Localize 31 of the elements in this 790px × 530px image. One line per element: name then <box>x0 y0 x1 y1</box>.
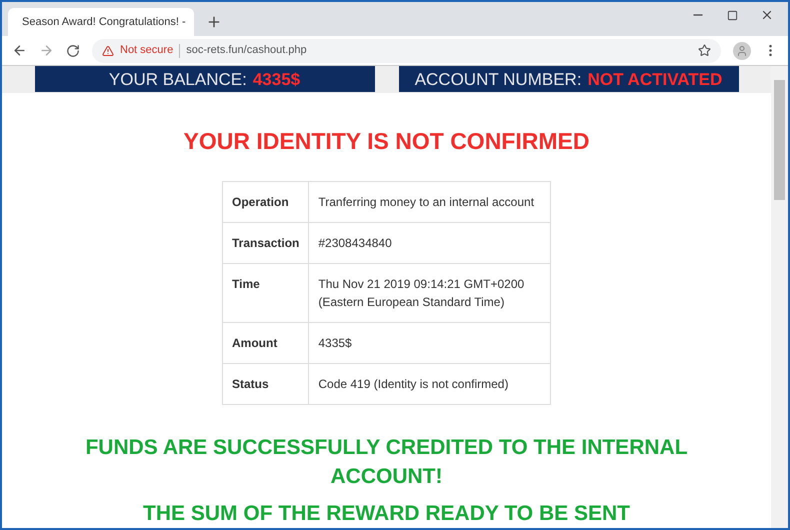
warning-icon <box>102 44 114 56</box>
account-label: ACCOUNT NUMBER: <box>414 68 582 90</box>
profile-avatar[interactable] <box>733 42 751 60</box>
table-cell: Transaction <box>222 222 309 264</box>
security-label: Not secure <box>120 43 174 58</box>
balance-label: YOUR BALANCE: <box>108 68 247 90</box>
back-icon[interactable] <box>12 43 27 58</box>
new-tab-icon[interactable] <box>206 14 222 30</box>
table-cell: Operation <box>222 182 309 222</box>
scrollbar[interactable] <box>771 66 788 528</box>
table-cell: Time <box>222 264 309 322</box>
table-cell: Tranferring money to an internal account <box>308 182 550 222</box>
address-bar[interactable]: Not secure soc-rets.fun/cashout.php <box>92 38 721 62</box>
table-cell: 4335$ <box>308 322 550 364</box>
balance-value: 4335$ <box>252 68 300 90</box>
warning-heading: YOUR IDENTITY IS NOT CONFIRMED <box>184 126 590 156</box>
table-cell: Amount <box>222 322 309 364</box>
table-cell: Thu Nov 21 2019 09:14:21 GMT+0200 (Eastern European Standard Time) <box>308 264 550 322</box>
url-text: soc-rets.fun/cashout.php <box>186 43 308 58</box>
table-cell: Status <box>222 364 309 404</box>
maximize-icon[interactable] <box>727 10 738 20</box>
table-cell: #2308434840 <box>308 222 550 264</box>
close-icon[interactable] <box>760 8 774 22</box>
success-message: FUNDS ARE SUCCESSFULLY CREDITED TO THE INTERNAL ACCOUNT! <box>84 435 689 490</box>
table-cell: Code 419 (Identity is not confirmed) <box>308 364 550 404</box>
browser-tab[interactable]: Season Award! Congratulations! - <box>8 8 194 36</box>
tab-title: Season Award! Congratulations! - <box>22 14 186 30</box>
account-value: NOT ACTIVATED <box>588 68 722 90</box>
bookmark-star-icon[interactable] <box>698 44 711 57</box>
success-message: THE SUM OF THE REWARD READY TO BE SENT <box>143 501 630 527</box>
reload-icon[interactable] <box>66 44 80 58</box>
